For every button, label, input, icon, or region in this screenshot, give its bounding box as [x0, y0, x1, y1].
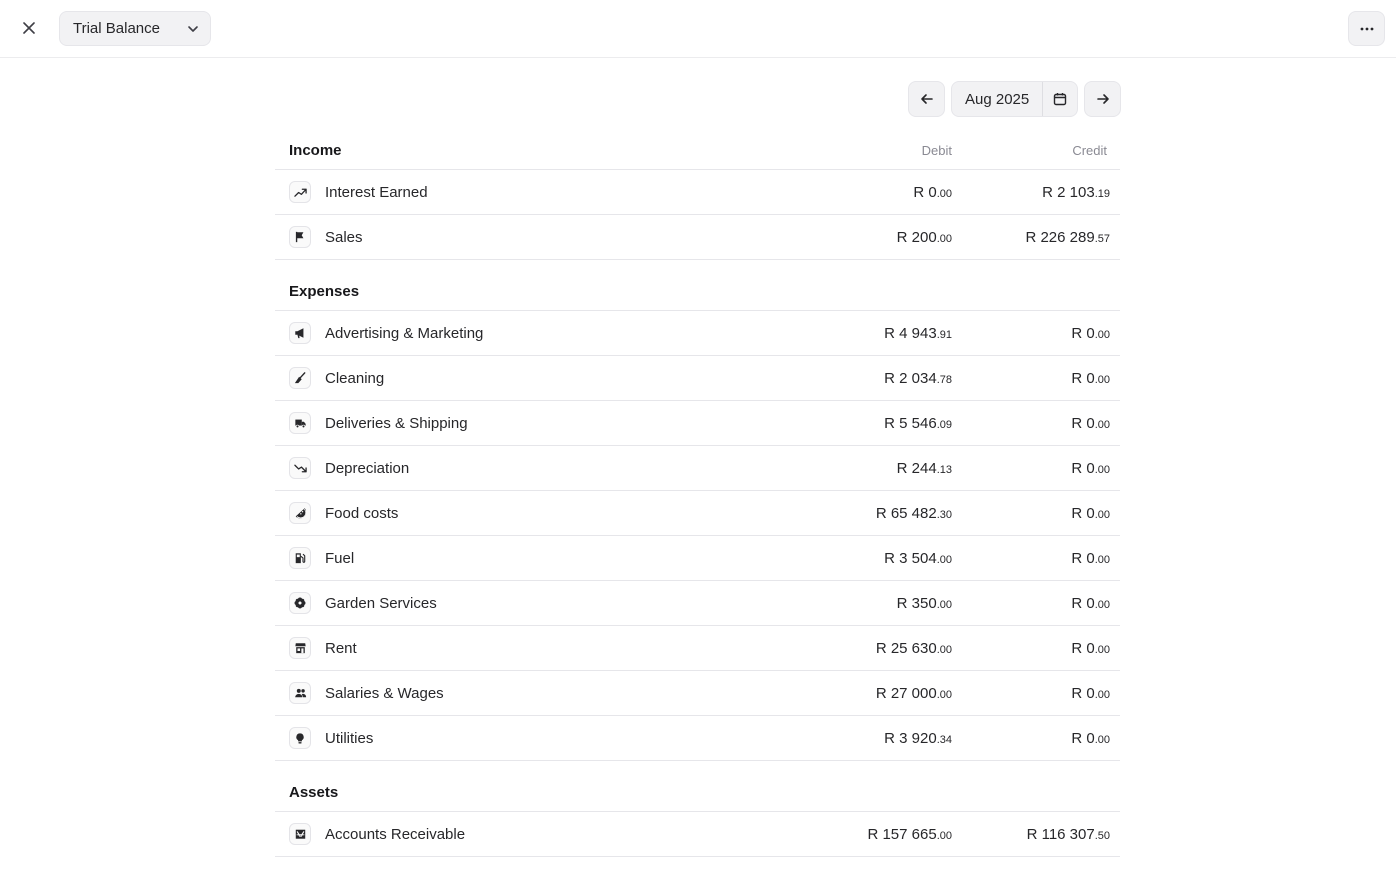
- account-name: Cleaning: [325, 369, 385, 387]
- table-row[interactable]: Advertising & Marketing R 4 943.91 R 0.0…: [275, 311, 1120, 356]
- credit-amount: R 0.00: [1071, 684, 1110, 702]
- table-row[interactable]: Sales R 200.00 R 226 289.57: [275, 215, 1120, 260]
- trending-up-icon: [289, 181, 311, 203]
- debit-amount: R 200.00: [896, 228, 952, 246]
- credit-amount: R 0.00: [1071, 729, 1110, 747]
- account-name: Garden Services: [325, 594, 437, 612]
- debit-amount: R 3 504.00: [884, 549, 952, 567]
- credit-amount: R 116 307.50: [1026, 825, 1110, 843]
- flower-icon: [289, 592, 311, 614]
- credit-amount: R 0.00: [1071, 594, 1110, 612]
- credit-amount: R 0.00: [1071, 324, 1110, 342]
- calendar-icon: [1053, 92, 1067, 106]
- table-row[interactable]: Utilities R 3 920.34 R 0.00: [275, 716, 1120, 761]
- table-row[interactable]: Food costs R 65 482.30 R 0.00: [275, 491, 1120, 536]
- account-name: Utilities: [325, 729, 374, 747]
- report-type-label: Trial Balance: [73, 20, 160, 37]
- trending-down-icon: [289, 457, 311, 479]
- credit-amount: R 0.00: [1071, 639, 1110, 657]
- period-picker[interactable]: Aug 2025: [951, 81, 1078, 117]
- credit-amount: R 0.00: [1071, 459, 1110, 477]
- debit-amount: R 350.00: [896, 594, 952, 612]
- account-name: Fuel: [325, 549, 355, 567]
- debit-amount: R 4 943.91: [884, 324, 952, 342]
- account-name: Interest Earned: [325, 183, 428, 201]
- more-options-button[interactable]: [1348, 11, 1385, 46]
- account-name: Depreciation: [325, 459, 410, 477]
- account-name: Accounts Receivable: [325, 825, 466, 843]
- table-row[interactable]: Cleaning R 2 034.78 R 0.00: [275, 356, 1120, 401]
- top-bar: Trial Balance: [0, 0, 1396, 58]
- credit-amount: R 2 103.19: [1042, 183, 1110, 201]
- lightbulb-icon: [289, 727, 311, 749]
- fuel-pump-icon: [289, 547, 311, 569]
- section-title: Expenses: [289, 283, 360, 300]
- trial-balance-table: Income Debit Credit Interest Earned R 0.…: [275, 130, 1120, 857]
- debit-amount: R 157 665.00: [867, 825, 952, 843]
- users-icon: [289, 682, 311, 704]
- megaphone-icon: [289, 322, 311, 344]
- period-label: Aug 2025: [965, 90, 1030, 108]
- table-row[interactable]: Garden Services R 350.00 R 0.00: [275, 581, 1120, 626]
- debit-amount: R 3 920.34: [884, 729, 952, 747]
- broom-icon: [289, 367, 311, 389]
- credit-amount: R 226 289.57: [1025, 228, 1110, 246]
- more-horizontal-icon: [1360, 27, 1374, 31]
- inbox-icon: [289, 823, 311, 845]
- section-title: Income: [289, 142, 342, 159]
- section-header-assets: Assets: [275, 761, 1120, 812]
- watermelon-icon: [289, 502, 311, 524]
- arrow-left-icon: [920, 92, 934, 106]
- previous-period-button[interactable]: [908, 81, 945, 117]
- credit-amount: R 0.00: [1071, 369, 1110, 387]
- table-row[interactable]: Depreciation R 244.13 R 0.00: [275, 446, 1120, 491]
- debit-amount: R 27 000.00: [875, 684, 952, 702]
- credit-amount: R 0.00: [1071, 549, 1110, 567]
- debit-amount: R 65 482.30: [875, 504, 952, 522]
- account-name: Advertising & Marketing: [325, 324, 484, 342]
- close-icon: [23, 22, 35, 34]
- arrow-right-icon: [1096, 92, 1110, 106]
- report-type-select[interactable]: Trial Balance: [59, 11, 211, 46]
- credit-amount: R 0.00: [1071, 504, 1110, 522]
- account-name: Salaries & Wages: [325, 684, 444, 702]
- storefront-icon: [289, 637, 311, 659]
- account-name: Food costs: [325, 504, 399, 522]
- table-row[interactable]: Salaries & Wages R 27 000.00 R 0.00: [275, 671, 1120, 716]
- debit-amount: R 5 546.09: [884, 414, 952, 432]
- table-row[interactable]: Deliveries & Shipping R 5 546.09 R 0.00: [275, 401, 1120, 446]
- account-name: Sales: [325, 228, 363, 246]
- truck-icon: [289, 412, 311, 434]
- column-header-debit: Debit: [921, 143, 952, 158]
- table-row[interactable]: Accounts Receivable R 157 665.00 R 116 3…: [275, 812, 1120, 857]
- debit-amount: R 0.00: [913, 183, 952, 201]
- account-name: Rent: [325, 639, 357, 657]
- calendar-button[interactable]: [1042, 82, 1077, 116]
- flag-icon: [289, 226, 311, 248]
- table-row[interactable]: Interest Earned R 0.00 R 2 103.19: [275, 170, 1120, 215]
- table-row[interactable]: Fuel R 3 504.00 R 0.00: [275, 536, 1120, 581]
- section-header-income: Income Debit Credit: [275, 130, 1120, 170]
- table-row[interactable]: Rent R 25 630.00 R 0.00: [275, 626, 1120, 671]
- credit-amount: R 0.00: [1071, 414, 1110, 432]
- account-name: Deliveries & Shipping: [325, 414, 468, 432]
- close-button[interactable]: [14, 14, 44, 42]
- debit-amount: R 2 034.78: [884, 369, 952, 387]
- chevron-down-icon: [186, 22, 200, 36]
- debit-amount: R 25 630.00: [875, 639, 952, 657]
- column-header-credit: Credit: [1072, 143, 1107, 158]
- section-header-expenses: Expenses: [275, 260, 1120, 311]
- debit-amount: R 244.13: [896, 459, 952, 477]
- section-title: Assets: [289, 784, 339, 801]
- next-period-button[interactable]: [1084, 81, 1121, 117]
